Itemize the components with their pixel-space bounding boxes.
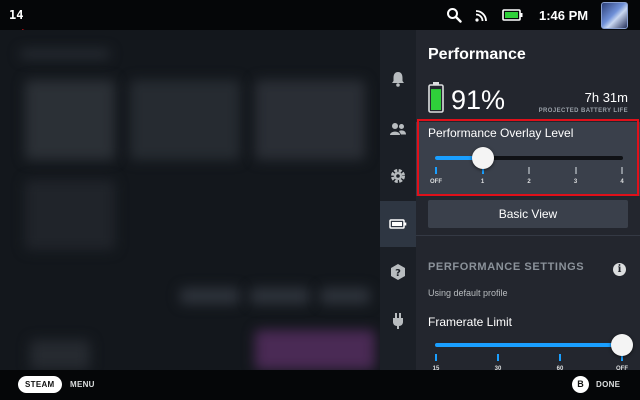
framerate-limit-thumb[interactable] — [611, 334, 633, 356]
framerate-limit-label: Framerate Limit — [428, 315, 513, 329]
nav-notifications[interactable] — [380, 56, 416, 102]
annotation-highlight-box — [417, 119, 639, 196]
framerate-limit-tick — [497, 354, 499, 361]
nav-help[interactable]: ? — [380, 249, 416, 295]
performance-settings-header: PERFORMANCE SETTINGS — [428, 261, 585, 273]
battery-time-label: PROJECTED BATTERY LIFE — [538, 108, 628, 114]
framerate-limit-tick — [559, 354, 561, 361]
nav-power[interactable] — [380, 298, 416, 344]
done-label: DONE — [596, 380, 621, 389]
svg-text:?: ? — [395, 268, 401, 279]
gear-icon — [391, 169, 405, 183]
page-title: Performance — [428, 46, 526, 63]
nav-friends[interactable] — [380, 106, 416, 152]
b-button[interactable]: B — [572, 376, 589, 393]
battery-time-remaining: 7h 31m — [584, 90, 628, 105]
menu-label: MENU — [70, 380, 95, 389]
search-icon[interactable] — [446, 7, 462, 23]
divider — [416, 235, 640, 236]
battery-icon — [389, 219, 407, 229]
help-icon: ? — [391, 264, 405, 280]
friends-icon — [390, 123, 406, 135]
battery-level-icon — [428, 82, 444, 113]
info-icon[interactable]: i — [613, 263, 626, 276]
framerate-limit-tick — [435, 354, 437, 361]
bell-icon — [392, 72, 404, 87]
background-library — [0, 30, 380, 370]
nav-settings[interactable] — [380, 153, 416, 199]
cast-icon[interactable] — [474, 7, 490, 23]
quick-access-nav: ? — [380, 30, 416, 370]
fps-counter: 14 — [9, 8, 24, 22]
avatar[interactable] — [601, 2, 628, 29]
bottom-bar: STEAM MENU B DONE — [0, 370, 640, 400]
basic-view-button[interactable]: Basic View — [428, 200, 628, 228]
clock: 1:46 PM — [539, 8, 589, 23]
performance-panel: Performance 91% 7h 31m PROJECTED BATTERY… — [416, 30, 640, 370]
profile-note: Using default profile — [428, 288, 508, 298]
steam-button[interactable]: STEAM — [18, 376, 62, 393]
top-bar: 14 1:46 PM — [0, 0, 640, 30]
battery-icon[interactable] — [502, 7, 524, 23]
battery-percent: 91% — [451, 85, 506, 115]
power-plug-icon — [393, 313, 403, 329]
framerate-limit-track[interactable] — [435, 343, 623, 347]
nav-performance[interactable] — [380, 201, 416, 247]
